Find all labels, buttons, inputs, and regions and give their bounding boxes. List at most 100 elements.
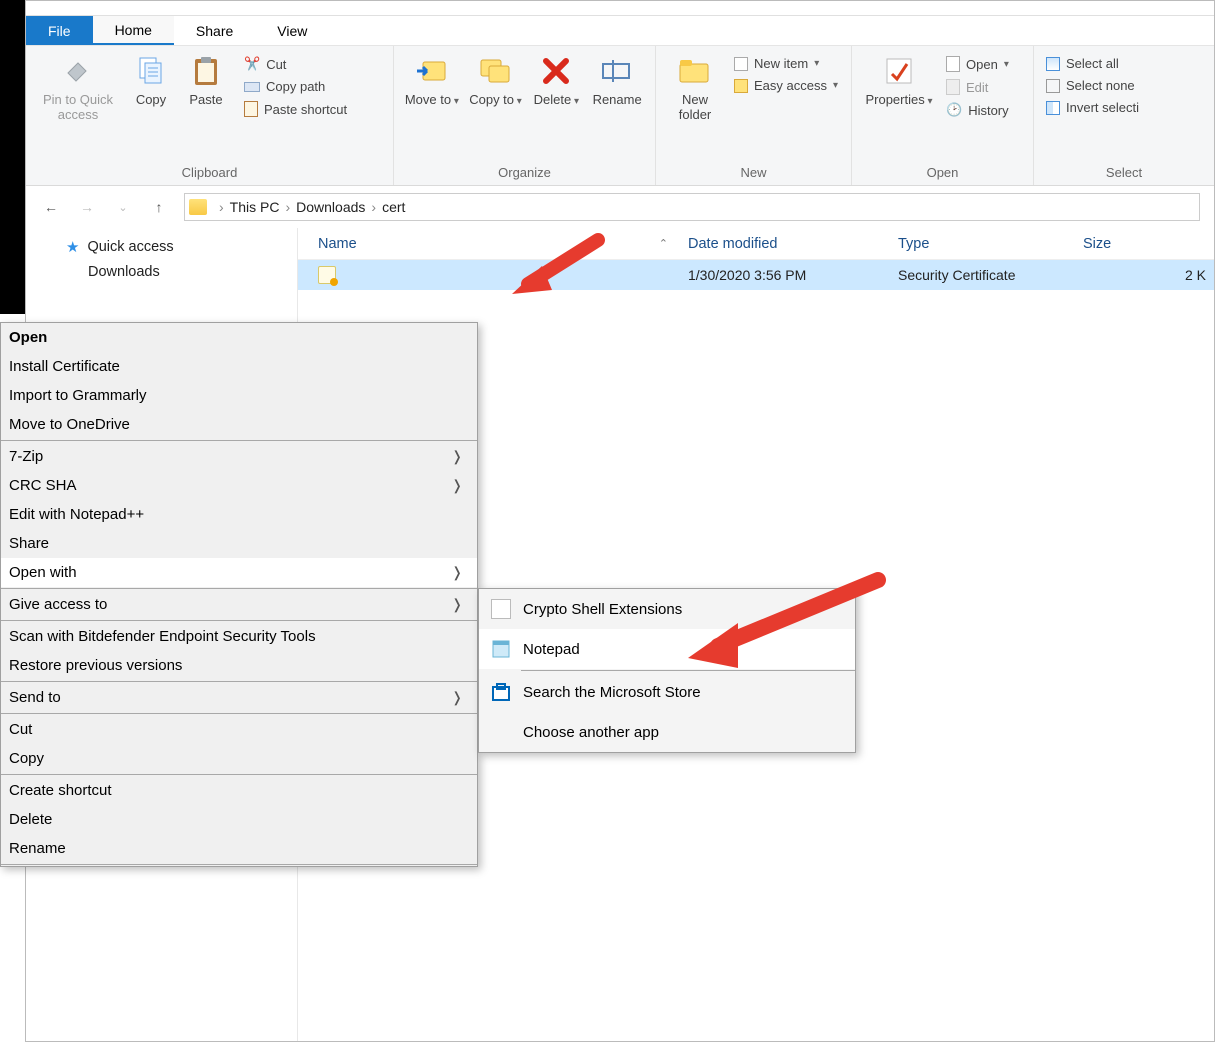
copy-button[interactable]: Copy [126,52,176,107]
ctx-import-grammarly[interactable]: Import to Grammarly [1,381,477,410]
ctx-edit-npp[interactable]: Edit with Notepad++ [1,500,477,529]
select-none-label: Select none [1066,78,1135,93]
ctx-move-onedrive[interactable]: Move to OneDrive [1,410,477,439]
tab-view[interactable]: View [255,16,329,45]
ctx-share[interactable]: Share [1,529,477,558]
cut-button[interactable]: ✂️ Cut [240,55,351,73]
ctx-open-with[interactable]: Open with❭ [1,558,477,587]
group-new-label: New [664,165,843,183]
pin-to-quick-access-button[interactable]: Pin to Quick access [34,52,122,122]
ctx-cut[interactable]: Cut [1,715,477,744]
paste-icon [189,54,223,88]
paste-button[interactable]: Paste [180,52,232,107]
move-to-icon [415,54,449,88]
ctx-send-to[interactable]: Send to❭ [1,683,477,712]
ctx-copy[interactable]: Copy [1,744,477,773]
ctx-7zip[interactable]: 7-Zip❭ [1,442,477,471]
ctx-restore-versions[interactable]: Restore previous versions [1,651,477,680]
pin-icon [61,54,95,88]
up-button[interactable]: ↑ [148,196,170,218]
downloads-item[interactable]: Downloads [26,260,297,284]
edit-button[interactable]: Edit [942,78,1013,96]
file-row-certificate[interactable]: 1/30/2020 3:56 PM Security Certificate 2… [298,260,1214,290]
recent-dropdown[interactable]: ⌄ [112,196,134,218]
annotation-arrow-file [508,232,608,302]
address-bar[interactable]: › This PC › Downloads › cert [184,193,1200,221]
ctx-create-shortcut[interactable]: Create shortcut [1,776,477,805]
ctx-install-certificate[interactable]: Install Certificate [1,352,477,381]
paste-shortcut-button[interactable]: Paste shortcut [240,100,351,118]
sub-search-store[interactable]: Search the Microsoft Store [479,672,855,712]
crumb-this-pc[interactable]: This PC [230,199,280,215]
rename-button[interactable]: Rename [587,52,647,107]
copy-to-label: Copy to [469,92,522,107]
store-icon [491,682,511,702]
downloads-label: Downloads [88,264,160,280]
star-icon: ★ [66,238,79,256]
properties-button[interactable]: Properties [860,52,938,107]
notepad-icon [491,639,511,659]
cut-label: Cut [266,57,286,72]
chevron-right-icon: ❭ [451,477,469,494]
tab-file[interactable]: File [26,16,93,45]
copy-path-label: Copy path [266,79,325,94]
ctx-give-access[interactable]: Give access to❭ [1,590,477,619]
col-type-header[interactable]: Type [898,236,1083,252]
copy-icon [134,54,168,88]
file-icon [491,599,511,619]
easy-access-button[interactable]: Easy access [730,77,842,94]
chevron-right-icon: ❭ [451,596,469,613]
back-button[interactable]: ← [40,196,62,218]
new-item-button[interactable]: New item [730,55,842,72]
crumb-cert[interactable]: cert [382,199,405,215]
properties-icon [882,54,916,88]
ribbon: Pin to Quick access Copy Paste ✂️ [26,46,1214,186]
folder-icon [189,199,207,215]
copy-path-button[interactable]: Copy path [240,78,351,95]
new-folder-button[interactable]: New folder [664,52,726,122]
history-button[interactable]: 🕑 History [942,101,1013,119]
group-select: Select all Select none Invert selecti Se… [1034,46,1214,185]
col-name-header[interactable]: Name ⌃ [298,236,688,252]
column-headers: Name ⌃ Date modified Type Size [298,228,1214,260]
blank-icon [491,722,511,742]
select-none-icon [1046,79,1060,93]
chevron-right-icon: ❭ [451,448,469,465]
delete-label: Delete [534,92,579,107]
tab-home[interactable]: Home [93,16,174,45]
certificate-icon [318,266,336,284]
sub-choose-app[interactable]: Choose another app [479,712,855,752]
rename-icon [600,54,634,88]
tab-share[interactable]: Share [174,16,255,45]
group-open: Properties Open Edit 🕑 History [852,46,1034,185]
select-all-label: Select all [1066,56,1119,71]
col-date-header[interactable]: Date modified [688,236,898,252]
paste-shortcut-label: Paste shortcut [264,102,347,117]
group-new: New folder New item Easy access New [656,46,852,185]
open-button[interactable]: Open [942,55,1013,73]
delete-button[interactable]: Delete [529,52,583,107]
ctx-open[interactable]: Open [1,323,477,352]
ctx-rename[interactable]: Rename [1,834,477,863]
quick-access-item[interactable]: ★ Quick access [26,234,297,260]
select-none-button[interactable]: Select none [1042,77,1143,94]
copy-to-button[interactable]: Copy to [466,52,526,107]
context-menu: Open Install Certificate Import to Gramm… [0,322,478,867]
forward-button[interactable]: → [76,196,98,218]
crumb-downloads[interactable]: Downloads [296,199,365,215]
row-date: 1/30/2020 3:56 PM [688,267,898,283]
ctx-crc-sha[interactable]: CRC SHA❭ [1,471,477,500]
move-to-button[interactable]: Move to [402,52,462,107]
col-size-header[interactable]: Size [1083,236,1214,252]
chevron-right-icon: ❭ [451,564,469,581]
group-open-label: Open [860,165,1025,183]
row-size: 2 K [1083,267,1214,283]
titlebar [26,1,1214,16]
ctx-delete[interactable]: Delete [1,805,477,834]
invert-selection-button[interactable]: Invert selecti [1042,99,1143,116]
delete-icon [539,54,573,88]
easy-access-label: Easy access [754,78,827,93]
ctx-bitdefender-scan[interactable]: Scan with Bitdefender Endpoint Security … [1,622,477,651]
shortcut-icon [244,101,258,117]
select-all-button[interactable]: Select all [1042,55,1143,72]
